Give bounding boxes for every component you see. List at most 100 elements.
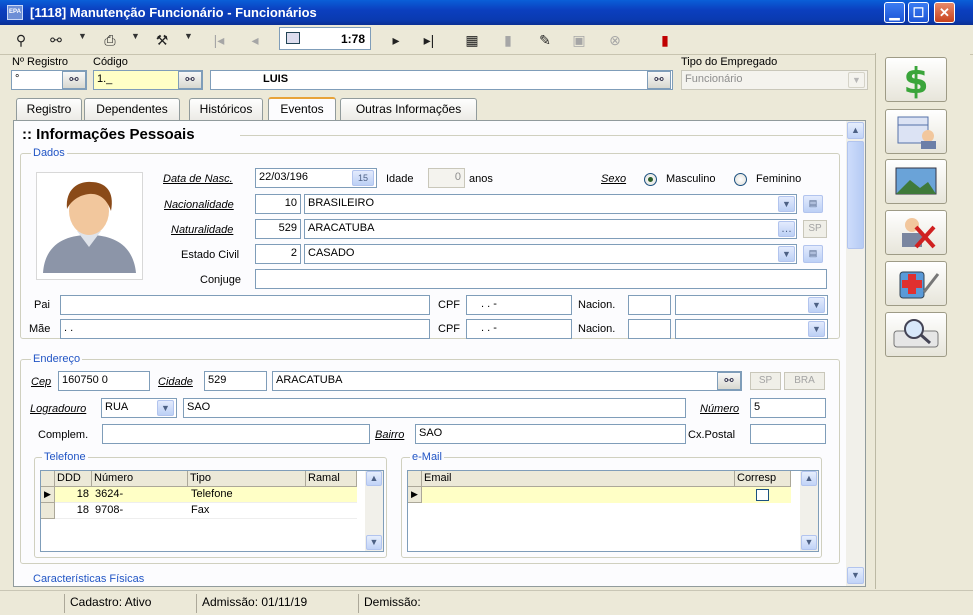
- table-icon[interactable]: ▤: [803, 195, 823, 213]
- cxpostal-field[interactable]: [750, 424, 826, 444]
- estado-civil-code[interactable]: 2: [255, 244, 301, 264]
- calendar-people-button[interactable]: [885, 109, 947, 154]
- calendar-icon[interactable]: 15: [352, 170, 374, 186]
- filter-icon[interactable]: ⚲: [10, 29, 32, 51]
- table-cell[interactable]: Fax: [188, 503, 306, 519]
- ellipsis-icon[interactable]: …: [778, 221, 795, 237]
- table-cell[interactable]: 18: [55, 487, 92, 503]
- search-nome-icon[interactable]: ⚯: [647, 71, 671, 89]
- mae-field[interactable]: . .: [60, 319, 430, 339]
- chevron-down-icon[interactable]: ▼: [778, 246, 795, 262]
- complemento-field[interactable]: [102, 424, 370, 444]
- numero-field[interactable]: 5: [750, 398, 826, 418]
- nacionalidade-code[interactable]: 10: [255, 194, 301, 214]
- chevron-down-icon[interactable]: ▼: [78, 31, 87, 41]
- grid-scrollbar[interactable]: ▲ ▼: [365, 471, 383, 551]
- pai-field[interactable]: [60, 295, 430, 315]
- table-cell[interactable]: 9708-: [92, 503, 188, 519]
- new-record-icon[interactable]: ▦: [460, 29, 484, 51]
- estado-civil-select[interactable]: CASADO: [304, 244, 797, 264]
- tab-outras-informacoes[interactable]: Outras Informações: [340, 98, 477, 120]
- edit-icon[interactable]: ✎: [534, 29, 556, 51]
- naturalidade-code[interactable]: 529: [255, 219, 301, 239]
- sexo-feminino-radio[interactable]: [734, 173, 747, 186]
- col-header[interactable]: Número: [92, 471, 188, 487]
- search-registro-icon[interactable]: ⚯: [62, 71, 86, 89]
- pai-nacion-select[interactable]: [675, 295, 828, 315]
- payroll-button[interactable]: $: [885, 57, 947, 102]
- next-record-icon[interactable]: ▸: [385, 29, 407, 51]
- scroll-up-icon[interactable]: ▲: [847, 122, 864, 139]
- chevron-down-icon[interactable]: ▼: [808, 321, 825, 337]
- scroll-up-icon[interactable]: ▲: [366, 471, 382, 486]
- col-header[interactable]: Corresp: [735, 471, 791, 487]
- table-cell[interactable]: Telefone: [188, 487, 306, 503]
- col-header[interactable]: Email: [422, 471, 735, 487]
- caracteristicas-fisicas-title: Características Físicas: [31, 573, 147, 585]
- tab-registro[interactable]: Registro: [16, 98, 82, 120]
- scroll-thumb[interactable]: [847, 141, 864, 249]
- chevron-down-icon[interactable]: ▼: [157, 400, 174, 416]
- table-cell[interactable]: 18: [55, 503, 92, 519]
- col-header[interactable]: Tipo: [188, 471, 306, 487]
- photo-button[interactable]: [885, 159, 947, 204]
- search-codigo-icon[interactable]: ⚯: [178, 71, 202, 89]
- naturalidade-select[interactable]: ARACATUBA: [304, 219, 797, 239]
- mae-cpf-field[interactable]: . . -: [466, 319, 572, 339]
- exit-door-icon[interactable]: ▮: [654, 29, 676, 51]
- sexo-masculino-radio[interactable]: [644, 173, 657, 186]
- tab-eventos[interactable]: Eventos: [268, 97, 336, 121]
- chevron-down-icon[interactable]: ▼: [131, 31, 140, 41]
- pai-cpf-field[interactable]: . . -: [466, 295, 572, 315]
- photo-icon: [895, 167, 937, 195]
- chevron-down-icon[interactable]: ▼: [808, 297, 825, 313]
- nome-field[interactable]: LUIS: [210, 70, 673, 90]
- table-cell[interactable]: [306, 503, 357, 519]
- corresp-checkbox[interactable]: [756, 489, 769, 501]
- chevron-down-icon[interactable]: ▼: [184, 31, 193, 41]
- remove-person-button[interactable]: [885, 210, 947, 255]
- previous-record-icon[interactable]: ◂: [244, 29, 266, 51]
- minimize-button[interactable]: ▁: [884, 2, 905, 23]
- last-record-icon[interactable]: ▸|: [418, 29, 440, 51]
- col-header[interactable]: DDD: [55, 471, 92, 487]
- chevron-down-icon[interactable]: ▼: [778, 196, 795, 212]
- tipo-empregado-select[interactable]: Funcionário: [681, 70, 868, 90]
- cidade-field[interactable]: ARACATUBA: [272, 371, 742, 391]
- scroll-up-icon[interactable]: ▲: [801, 471, 817, 486]
- chevron-down-icon[interactable]: ▼: [848, 72, 865, 88]
- scroll-down-icon[interactable]: ▼: [801, 535, 817, 550]
- tab-dependentes[interactable]: Dependentes: [84, 98, 180, 120]
- mae-nacion-code[interactable]: [628, 319, 671, 339]
- cidade-code[interactable]: 529: [204, 371, 267, 391]
- printer-icon[interactable]: ⎙: [98, 29, 122, 51]
- tab-historicos[interactable]: Históricos: [189, 98, 263, 120]
- binoculars-icon[interactable]: ⚯: [44, 29, 68, 51]
- maximize-button[interactable]: ☐: [908, 2, 929, 23]
- save-icon[interactable]: ▣: [568, 29, 590, 51]
- delete-icon[interactable]: ▮: [497, 29, 519, 51]
- nacionalidade-select[interactable]: BRASILEIRO: [304, 194, 797, 214]
- sexo-masculino-label: Masculino: [666, 173, 716, 185]
- col-header[interactable]: Ramal: [306, 471, 357, 487]
- grid-scrollbar[interactable]: ▲ ▼: [800, 471, 818, 551]
- first-record-icon[interactable]: |◂: [208, 29, 230, 51]
- search-document-button[interactable]: [885, 312, 947, 357]
- close-button[interactable]: ✕: [934, 2, 955, 23]
- table-icon[interactable]: ▤: [803, 245, 823, 263]
- vertical-scrollbar[interactable]: ▲ ▼: [846, 121, 865, 586]
- table-cell[interactable]: [306, 487, 357, 503]
- medical-button[interactable]: [885, 261, 947, 306]
- cep-field[interactable]: 160750 0: [58, 371, 150, 391]
- tools-icon[interactable]: ⚒: [150, 29, 174, 51]
- conjuge-field[interactable]: [255, 269, 827, 289]
- scroll-down-icon[interactable]: ▼: [366, 535, 382, 550]
- mae-nacion-select[interactable]: [675, 319, 828, 339]
- search-cidade-icon[interactable]: ⚯: [717, 372, 741, 390]
- table-cell[interactable]: 3624-: [92, 487, 188, 503]
- pai-nacion-code[interactable]: [628, 295, 671, 315]
- logradouro-field[interactable]: SAO: [183, 398, 686, 418]
- bairro-field[interactable]: SAO: [415, 424, 686, 444]
- cancel-icon[interactable]: ⊗: [604, 29, 626, 51]
- scroll-down-icon[interactable]: ▼: [847, 567, 864, 584]
